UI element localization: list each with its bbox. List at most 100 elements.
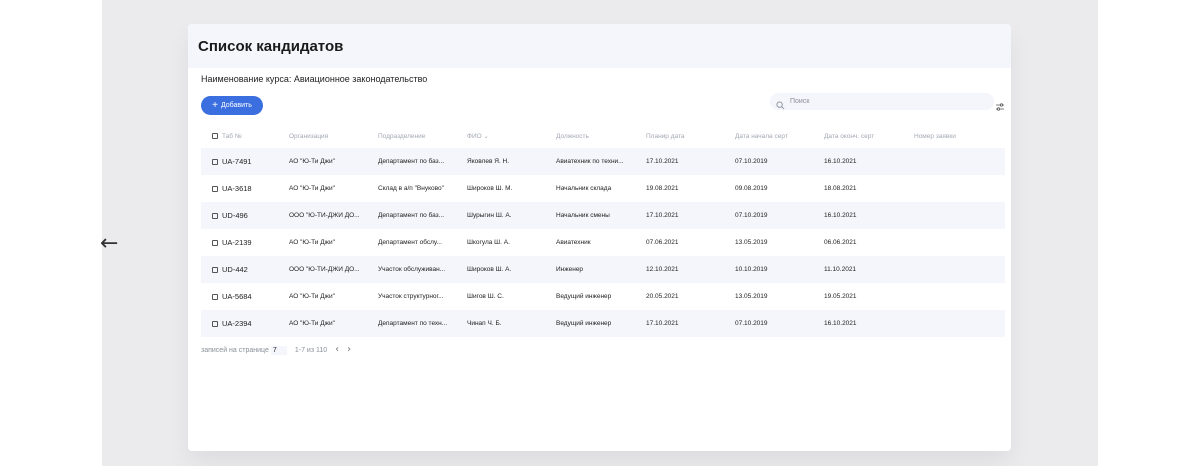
card-header: Список кандидатов — [188, 24, 1011, 68]
column-header-department[interactable]: Подразделение — [378, 133, 467, 140]
add-button-label: Добавить — [220, 102, 252, 109]
candidates-card: Список кандидатов Наименование курса: Ав… — [188, 24, 1011, 451]
pagination: записей на странице 7 1-7 из 110 ‹ › — [201, 345, 351, 355]
column-header-organization[interactable]: Организация — [289, 133, 378, 140]
cell-department: Департамент обслу... — [378, 239, 442, 246]
row-checkbox[interactable] — [212, 185, 218, 192]
cell-cert-end: 06.06.2021 — [824, 239, 857, 246]
cell-tab-number: UA-5684 — [201, 292, 289, 301]
column-header-position[interactable]: Должность — [556, 133, 646, 140]
cell-cert-start: 13.05.2019 — [735, 293, 768, 300]
cell-text: UA-3618 — [222, 184, 252, 193]
cell-organization: ООО "Ю-ТИ-ДЖИ ДО... — [289, 266, 360, 273]
cell-organization: АО "Ю-Ти Джи" — [289, 185, 335, 192]
cell-department: Департамент по баз... — [378, 158, 445, 165]
column-header-name[interactable]: ФИО ⌄ — [467, 133, 556, 140]
cell-text: UD-496 — [222, 211, 248, 220]
chevron-left-icon[interactable]: ‹ — [335, 345, 339, 355]
column-header-cert-end[interactable]: Дата оконч. серт — [824, 133, 914, 140]
cell-tab-number: UA-2139 — [201, 238, 289, 247]
cell-department: Департамент по техн... — [378, 320, 448, 327]
cell-position: Начальник смены — [556, 212, 610, 219]
cell-position: Авиатехник по техни... — [556, 158, 624, 165]
search-icon — [776, 97, 785, 110]
cell-text: UA-2139 — [222, 238, 252, 247]
cell-department: Участок обслуживан... — [378, 266, 446, 273]
cell-planned-date: 17.10.2021 — [646, 320, 679, 327]
cell-position: Ведущий инженер — [556, 320, 612, 327]
cell-cert-start: 07.10.2019 — [735, 158, 768, 165]
filter-sliders-icon[interactable] — [995, 99, 1005, 111]
cell-text: UA-7491 — [222, 157, 252, 166]
cell-name: Шкогула Ш. А. — [467, 239, 510, 246]
page-title: Список кандидатов — [198, 38, 344, 55]
row-checkbox[interactable] — [212, 158, 218, 165]
cell-position: Инженер — [556, 266, 584, 273]
chevron-right-icon[interactable]: › — [347, 345, 351, 355]
table-row[interactable]: UA-7491 АО "Ю-Ти Джи" Департамент по баз..… — [201, 148, 1005, 175]
row-checkbox[interactable] — [212, 212, 218, 219]
cell-position: Ведущий инженер — [556, 293, 612, 300]
cell-cert-start: 07.10.2019 — [735, 320, 768, 327]
plus-icon: + — [212, 99, 218, 111]
cell-department: Участок структурног... — [378, 293, 444, 300]
table-header: Таб № Организация Подразделение ФИО ⌄ Дол… — [201, 124, 1005, 148]
cell-name: Яковлев Я. Н. — [467, 158, 510, 165]
cell-name: Широков Ш. М. — [467, 185, 513, 192]
cell-planned-date: 17.10.2021 — [646, 158, 679, 165]
cell-cert-end: 19.05.2021 — [824, 293, 857, 300]
cell-planned-date: 17.10.2021 — [646, 212, 679, 219]
column-header-tab-number[interactable]: Таб № — [201, 133, 289, 140]
chevron-down-icon: ⌄ — [483, 133, 489, 140]
per-page: записей на странице 7 — [201, 345, 287, 355]
search-input[interactable] — [790, 98, 970, 105]
select-all-checkbox[interactable] — [212, 133, 218, 139]
arrow-left-icon[interactable]: ← — [100, 230, 128, 258]
cell-cert-start: 10.10.2019 — [735, 266, 768, 273]
table-row[interactable]: UA-5684 АО "Ю-Ти Джи" Участок структурног.… — [201, 283, 1005, 310]
table-row[interactable]: UA-2394 АО "Ю-Ти Джи" Департамент по техн.… — [201, 310, 1005, 337]
cell-tab-number: UA-7491 — [201, 157, 289, 166]
cell-organization: АО "Ю-Ти Джи" — [289, 158, 335, 165]
column-header-planned-date[interactable]: Планир дата — [646, 133, 735, 140]
cell-name: Шигов Ш. С. — [467, 293, 504, 300]
cell-text: UA-5684 — [222, 292, 252, 301]
cell-cert-start: 09.08.2019 — [735, 185, 768, 192]
per-page-label: записей на странице — [201, 346, 269, 354]
cell-tab-number: UA-2394 — [201, 319, 289, 328]
cell-planned-date: 19.08.2021 — [646, 185, 679, 192]
cell-planned-date: 12.10.2021 — [646, 266, 679, 273]
cell-cert-end: 16.10.2021 — [824, 158, 857, 165]
column-header-cert-start[interactable]: Дата начала серт — [735, 133, 824, 140]
cell-department: Департамент по баз... — [378, 212, 445, 219]
table-body: UA-7491 АО "Ю-Ти Джи" Департамент по баз..… — [201, 148, 1005, 337]
cell-organization: АО "Ю-Ти Джи" — [289, 239, 335, 246]
cell-cert-end: 16.10.2021 — [824, 320, 857, 327]
cell-tab-number: UA-3618 — [201, 184, 289, 193]
add-button[interactable]: + Добавить — [201, 96, 263, 115]
cell-cert-start: 07.10.2019 — [735, 212, 768, 219]
row-checkbox[interactable] — [212, 293, 218, 300]
cell-cert-end: 16.10.2021 — [824, 212, 857, 219]
column-header-request-number[interactable]: Номер заявки — [914, 133, 1005, 140]
table-row[interactable]: UA-2139 АО "Ю-Ти Джи" Департамент обслу...… — [201, 229, 1005, 256]
cell-name: Шурыгин Ш. А. — [467, 212, 512, 219]
candidates-table: Таб № Организация Подразделение ФИО ⌄ Дол… — [201, 124, 1005, 337]
row-checkbox[interactable] — [212, 320, 218, 327]
cell-cert-end: 11.10.2021 — [824, 266, 857, 273]
cell-planned-date: 07.06.2021 — [646, 239, 679, 246]
cell-planned-date: 20.05.2021 — [646, 293, 679, 300]
row-checkbox[interactable] — [212, 266, 218, 273]
row-checkbox[interactable] — [212, 239, 218, 246]
column-label: Таб № — [222, 132, 242, 140]
table-row[interactable]: UA-3618 АО "Ю-Ти Джи" Склад в а/п "Внуково… — [201, 175, 1005, 202]
table-row[interactable]: UD-442 ООО "Ю-ТИ-ДЖИ ДО... Участок обслужи… — [201, 256, 1005, 283]
cell-organization: АО "Ю-Ти Джи" — [289, 320, 335, 327]
cell-department: Склад в а/п "Внуково" — [378, 185, 444, 192]
cell-tab-number: UD-442 — [201, 265, 289, 274]
search-box[interactable] — [770, 93, 994, 110]
cell-text: UA-2394 — [222, 319, 252, 328]
cell-cert-start: 13.05.2019 — [735, 239, 768, 246]
per-page-select[interactable]: 7 — [270, 345, 287, 355]
table-row[interactable]: UD-496 ООО "Ю-ТИ-ДЖИ ДО... Департамент по … — [201, 202, 1005, 229]
